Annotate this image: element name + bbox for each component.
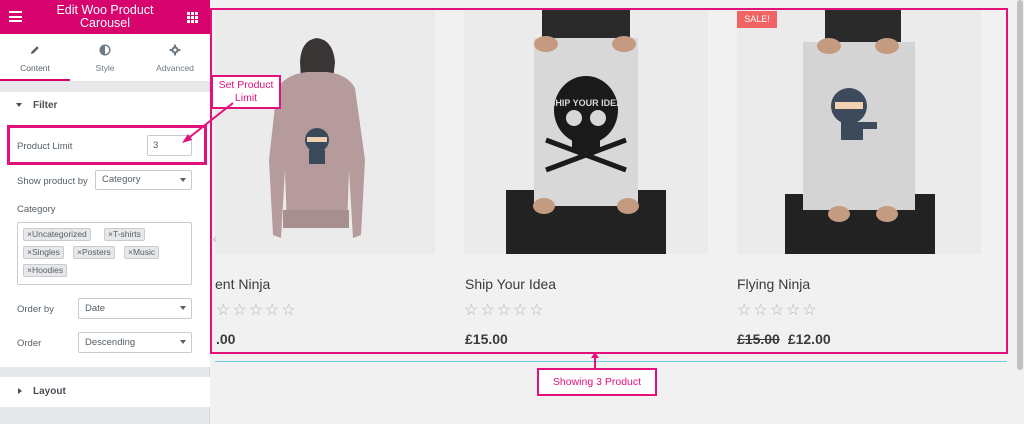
tab-style[interactable]: Style — [70, 34, 140, 81]
category-tag[interactable]: ×T-shirts — [104, 228, 145, 241]
hamburger-menu-icon[interactable] — [9, 11, 22, 22]
tab-content[interactable]: Content — [0, 34, 70, 81]
order-value: Descending — [85, 337, 136, 348]
category-tag-label: Posters — [81, 247, 111, 257]
page-scrollbar[interactable] — [1016, 0, 1024, 424]
product-limit-highlight — [7, 125, 207, 165]
order-by-label: Order by — [17, 304, 54, 315]
category-tag[interactable]: ×Singles — [23, 246, 64, 259]
caret-right-icon — [18, 388, 22, 394]
order-by-value: Date — [85, 303, 106, 314]
tab-advanced[interactable]: Advanced — [140, 34, 210, 81]
order-label: Order — [17, 338, 42, 349]
show-product-by-label: Show product by — [17, 176, 88, 187]
category-multiselect[interactable]: ×Uncategorized ×T-shirts ×Singles ×Poste… — [17, 222, 192, 285]
editor-root: Edit Woo Product Carousel Content Style — [0, 0, 1024, 424]
show-product-by-value: Category — [102, 174, 141, 185]
category-tag[interactable]: ×Hoodies — [23, 264, 68, 277]
category-tag-label: T-shirts — [112, 229, 141, 239]
category-tag-label: Music — [132, 247, 156, 257]
chevron-down-icon — [180, 306, 186, 310]
layout-section-title: Layout — [33, 386, 66, 397]
widgets-grid-icon[interactable] — [187, 12, 198, 23]
editor-panel: Edit Woo Product Carousel Content Style — [0, 0, 210, 424]
tab-style-label: Style — [95, 63, 115, 73]
filter-section-title[interactable]: Filter — [33, 100, 57, 111]
panel-header: Edit Woo Product Carousel — [0, 0, 210, 34]
scrollbar-thumb[interactable] — [1017, 0, 1023, 370]
products-highlight — [210, 8, 1008, 354]
order-by-select[interactable]: Date — [78, 298, 192, 319]
caret-down-icon[interactable] — [16, 103, 22, 107]
pencil-icon — [31, 46, 39, 54]
half-circle-icon — [99, 44, 111, 56]
callout-arrow-icon — [182, 102, 234, 143]
category-tag-label: Singles — [31, 247, 60, 257]
widget-boundary-line — [215, 361, 1007, 362]
category-tag[interactable]: ×Uncategorized — [23, 228, 91, 241]
panel-title: Edit Woo Product Carousel — [56, 3, 154, 30]
chevron-down-icon — [180, 178, 186, 182]
layout-section[interactable]: Layout — [0, 377, 210, 407]
showing-products-callout: Showing 3 Product — [537, 368, 657, 396]
panel-tabs: Content Style Advanced — [0, 34, 210, 82]
category-tag-label: Hoodies — [31, 265, 64, 275]
tab-content-label: Content — [20, 63, 50, 73]
category-tag[interactable]: ×Posters — [73, 246, 115, 259]
order-select[interactable]: Descending — [78, 332, 192, 353]
tab-advanced-label: Advanced — [156, 63, 194, 73]
category-tag[interactable]: ×Music — [124, 246, 160, 259]
category-label: Category — [17, 204, 56, 215]
chevron-down-icon — [180, 340, 186, 344]
show-product-by-select[interactable]: Category — [95, 170, 192, 190]
gear-icon — [169, 44, 181, 56]
category-tag-label: Uncategorized — [31, 229, 87, 239]
